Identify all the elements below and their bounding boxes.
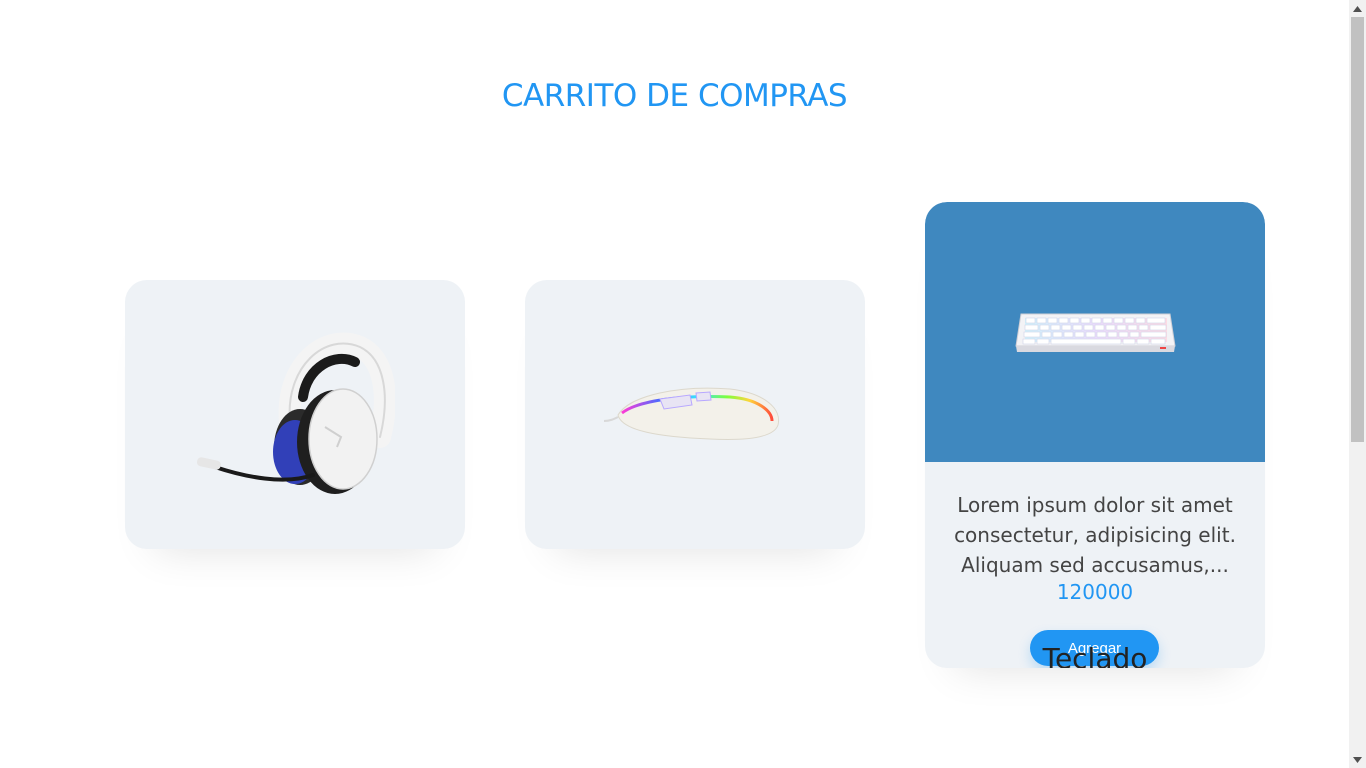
- mouse-image: [603, 387, 780, 440]
- product-card-keyboard[interactable]: Teclado Lorem ipsum dolor sit amet conse…: [925, 202, 1265, 668]
- product-image-box: [525, 280, 865, 549]
- product-card-mouse[interactable]: [525, 280, 865, 549]
- scrollbar-thumb[interactable]: [1351, 17, 1364, 442]
- product-price: 120000: [1056, 580, 1134, 604]
- page-title: CARRITO DE COMPRAS: [501, 78, 848, 114]
- product-name: Teclado: [1042, 642, 1148, 668]
- product-description: Lorem ipsum dolor sit amet consectetur, …: [954, 493, 1236, 577]
- scroll-down-arrow-icon[interactable]: [1349, 751, 1366, 768]
- product-image-box: [925, 202, 1265, 462]
- product-card-headset[interactable]: [125, 280, 465, 549]
- page: CARRITO DE COMPRAS Teclado Lorem ipsum d…: [0, 0, 1366, 768]
- keyboard-image: [1014, 313, 1176, 352]
- headset-image: [196, 332, 395, 494]
- scroll-up-arrow-icon[interactable]: [1349, 0, 1366, 17]
- product-image-box: [125, 280, 465, 549]
- vertical-scrollbar[interactable]: [1349, 0, 1366, 768]
